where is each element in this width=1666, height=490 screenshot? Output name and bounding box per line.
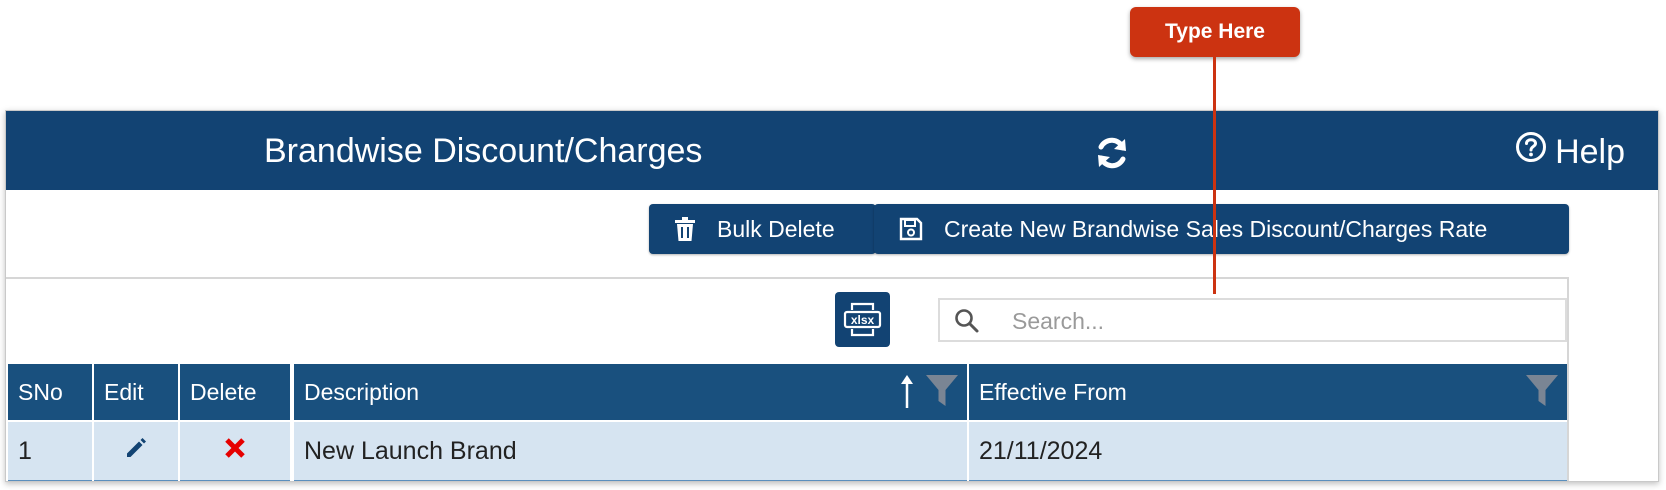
search-input[interactable] <box>1010 305 1534 337</box>
column-header-effective-from[interactable]: Effective From <box>969 364 1567 420</box>
description-header-label: Description <box>304 378 420 405</box>
search-icon <box>954 308 980 339</box>
trash-icon <box>675 217 695 241</box>
xlsx-export-icon[interactable]: xlsx <box>835 292 890 347</box>
filter-icon[interactable] <box>1525 374 1559 414</box>
sort-up-arrow-icon[interactable] <box>900 374 914 416</box>
create-rate-button[interactable]: Create New Brandwise Sales Discount/Char… <box>874 204 1569 254</box>
pencil-icon[interactable] <box>124 436 148 467</box>
question-circle-icon <box>1515 131 1547 172</box>
refresh-icon[interactable] <box>1092 133 1132 173</box>
cell-delete <box>180 422 290 481</box>
search-box[interactable] <box>938 298 1567 342</box>
help-button[interactable]: Help <box>1515 131 1625 172</box>
cell-edit <box>94 422 178 481</box>
panel-header: Brandwise Discount/Charges Help <box>6 111 1658 190</box>
column-header-description[interactable]: Description <box>294 364 967 420</box>
column-header-sno[interactable]: SNo <box>8 364 92 420</box>
column-header-delete[interactable]: Delete <box>180 364 290 420</box>
filter-icon[interactable] <box>925 374 959 414</box>
bulk-delete-button[interactable]: Bulk Delete <box>649 204 876 254</box>
column-header-edit[interactable]: Edit <box>94 364 178 420</box>
type-here-callout: Type Here <box>1130 7 1300 57</box>
cell-description: New Launch Brand <box>294 422 967 481</box>
brandwise-discount-panel: Brandwise Discount/Charges Help Bulk Del… <box>5 110 1659 482</box>
discount-grid: xlsx SNo Edit Delete Description <box>6 277 1569 481</box>
cell-effective-from: 21/11/2024 <box>969 422 1567 481</box>
red-x-icon[interactable] <box>224 437 246 466</box>
callout-pointer-line <box>1213 56 1216 294</box>
svg-text:xlsx: xlsx <box>851 313 875 327</box>
cell-sno: 1 <box>8 422 92 481</box>
page-title: Brandwise Discount/Charges <box>264 132 703 170</box>
save-icon <box>899 217 923 241</box>
bulk-delete-label: Bulk Delete <box>717 215 835 242</box>
effective-from-header-label: Effective From <box>979 378 1127 405</box>
help-label: Help <box>1555 132 1625 171</box>
